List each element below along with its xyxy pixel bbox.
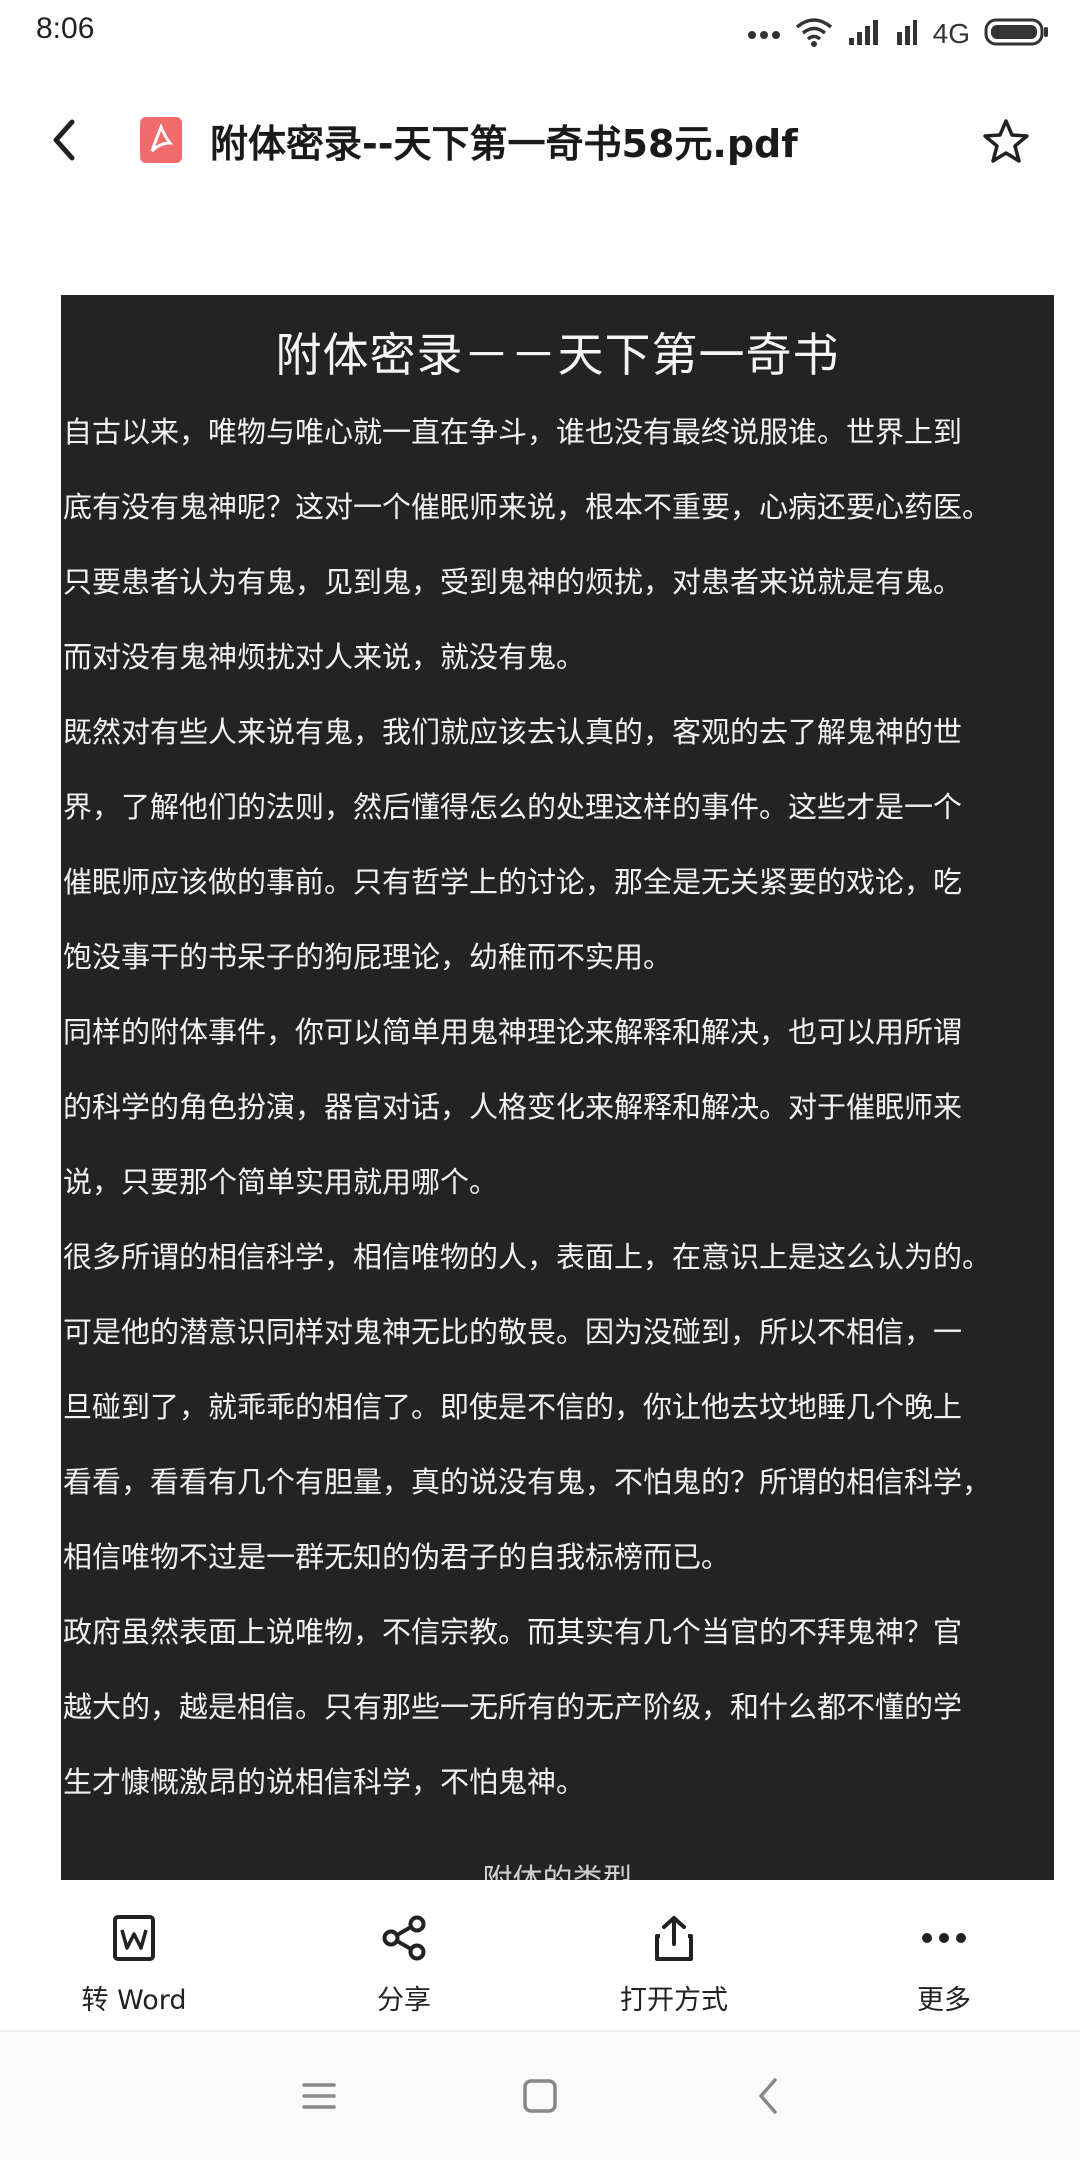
text-line: 越大的，越是相信。只有那些一无所有的无产阶级，和什么都不懂的学 — [63, 1690, 963, 1724]
status-bar: 8:06 4G — [0, 0, 1080, 66]
menu-button[interactable] — [295, 2072, 343, 2120]
text-line: 可是他的潜意识同样对鬼神无比的敬畏。因为没碰到，所以不相信，一 — [63, 1315, 963, 1349]
upload-icon — [655, 1916, 693, 1961]
favorite-button[interactable] — [980, 115, 1032, 167]
more-button[interactable]: 更多 — [834, 1910, 1054, 2017]
header: 附体密录--天下第一奇书58元.pdf — [0, 95, 1080, 185]
document-body: 自古以来，唯物与唯心就一直在争斗，谁也没有最终说服谁。世界上到 底有没有鬼神呢？… — [63, 395, 1053, 1820]
text-line: 的科学的角色扮演，器官对话，人格变化来解释和解决。对于催眠师来 — [63, 1090, 963, 1124]
text-line: 界，了解他们的法则，然后懂得怎么的处理这样的事件。这些才是一个 — [63, 790, 963, 824]
text-line: 只要患者认为有鬼，见到鬼，受到鬼神的烦扰，对患者来说就是有鬼。 — [63, 565, 963, 599]
convert-to-word-label: 转 Word — [81, 1985, 187, 2016]
share-icon — [382, 1915, 426, 1961]
home-button[interactable] — [516, 2072, 564, 2120]
nav-back-button[interactable] — [744, 2072, 792, 2120]
text-line: 既然对有些人来说有鬼，我们就应该去认真的，客观的去了解鬼神的世 — [63, 715, 963, 749]
next-section-heading: 附体的类型 — [61, 1855, 1054, 1880]
signal-icon — [847, 18, 881, 50]
document-heading: 附体密录－－天下第一奇书 — [275, 329, 840, 381]
pdf-file-icon — [140, 117, 182, 163]
text-line: 相信唯物不过是一群无知的伪君子的自我标榜而已。 — [63, 1540, 731, 1574]
text-line: 饱没事干的书呆子的狗屁理论，幼稚而不实用。 — [63, 940, 673, 974]
signal-2-icon — [895, 18, 919, 50]
menu-icon — [302, 2083, 336, 2109]
status-icons: 4G — [747, 14, 1050, 54]
text-line: 底有没有鬼神呢？这对一个催眠师来说，根本不重要，心病还要心药医。 — [63, 490, 992, 524]
home-square-icon — [523, 2079, 557, 2113]
star-icon — [983, 119, 1029, 163]
back-chevron-icon — [53, 119, 75, 161]
share-button[interactable]: 分享 — [294, 1910, 514, 2017]
back-button[interactable] — [40, 115, 90, 165]
open-with-label: 打开方式 — [620, 1985, 728, 2016]
text-line: 看看，看看有几个有胆量，真的说没有鬼，不怕鬼的？所谓的相信科学， — [63, 1465, 992, 1499]
open-with-button[interactable]: 打开方式 — [564, 1910, 784, 2017]
more-dots-icon — [747, 25, 781, 44]
wifi-icon — [795, 17, 833, 51]
file-title: 附体密录--天下第一奇书58元.pdf — [210, 122, 798, 166]
network-type: 4G — [932, 18, 970, 49]
text-line: 催眠师应该做的事前。只有哲学上的讨论，那全是无关紧要的戏论，吃 — [63, 865, 963, 899]
text-line: 而对没有鬼神烦扰对人来说，就没有鬼。 — [63, 640, 586, 674]
text-line: 自古以来，唯物与唯心就一直在争斗，谁也没有最终说服谁。世界上到 — [63, 415, 963, 449]
share-label: 分享 — [377, 1985, 431, 2016]
text-line: 政府虽然表面上说唯物，不信宗教。而其实有几个当官的不拜鬼神？官 — [63, 1615, 963, 1649]
word-doc-icon — [113, 1915, 155, 1961]
action-bar: 转 Word 分享 打开方式 更多 — [0, 1880, 1080, 2030]
battery-icon — [984, 17, 1050, 51]
text-line: 说，只要那个简单实用就用哪个。 — [63, 1165, 499, 1199]
convert-to-word-button[interactable]: 转 Word — [24, 1910, 244, 2017]
text-line: 很多所谓的相信科学，相信唯物的人，表面上，在意识上是这么认为的。 — [63, 1240, 992, 1274]
back-triangle-icon — [759, 2078, 777, 2114]
text-line: 同样的附体事件，你可以简单用鬼神理论来解释和解决，也可以用所谓 — [63, 1015, 963, 1049]
pdf-page[interactable]: 附体密录－－天下第一奇书 自古以来，唯物与唯心就一直在争斗，谁也没有最终说服谁。… — [61, 295, 1054, 1880]
text-line: 生才慷慨激昂的说相信科学，不怕鬼神。 — [63, 1765, 586, 1799]
system-nav-bar — [0, 2032, 1080, 2160]
text-line: 旦碰到了，就乖乖的相信了。即使是不信的，你让他去坟地睡几个晚上 — [63, 1390, 963, 1424]
more-horizontal-icon — [922, 1933, 966, 1943]
more-label: 更多 — [917, 1985, 971, 2016]
status-time: 8:06 — [36, 12, 95, 45]
